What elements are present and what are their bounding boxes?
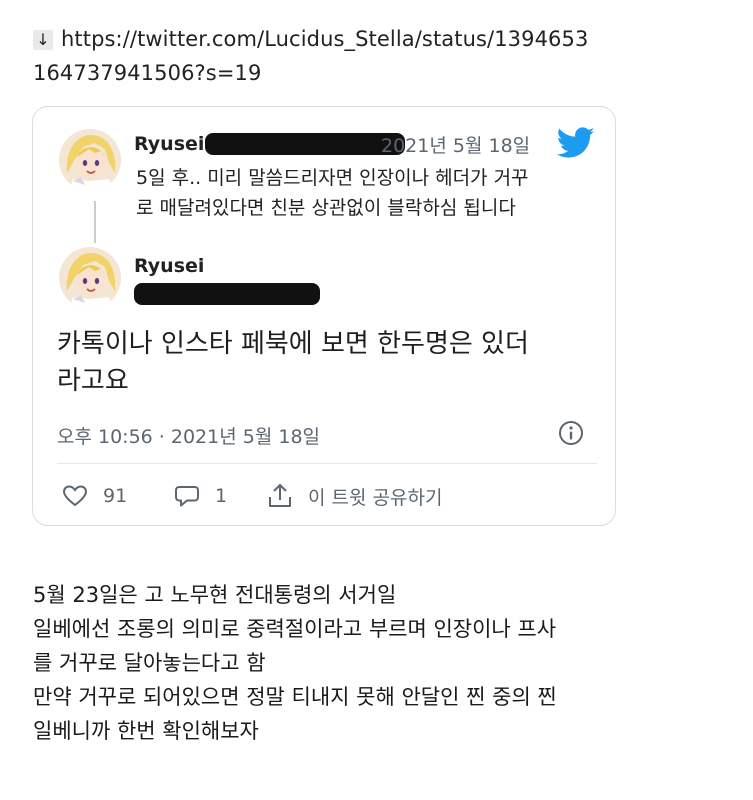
main-tweet-text: 카톡이나 인스타 페북에 보면 한두명은 있더 라고요 <box>57 326 597 400</box>
comment-icon <box>175 486 199 507</box>
like-count: 91 <box>103 485 128 507</box>
link-line-1[interactable]: ↓ https://twitter.com/Lucidus_Stella/stat… <box>33 22 723 56</box>
body-line: 만약 거꾸로 되어있으면 정말 티내지 못해 안달인 찐 중의 찐 <box>33 685 557 709</box>
reply-author-name[interactable]: Ryusei <box>134 133 204 155</box>
body-line: 를 거꾸로 달아놓는다고 함 <box>33 651 266 675</box>
tweet-link[interactable]: ↓ https://twitter.com/Lucidus_Stella/stat… <box>33 22 723 90</box>
heart-icon <box>62 485 88 507</box>
divider <box>57 463 597 464</box>
share-icon <box>269 484 291 507</box>
reply-text-line-1: 5일 후.. 미리 말씀드리자면 인장이나 헤더가 거꾸 <box>136 167 529 189</box>
main-text-line-1: 카톡이나 인스타 페북에 보면 한두명은 있더 <box>57 329 529 359</box>
link-text-1[interactable]: https://twitter.com/Lucidus_Stella/statu… <box>61 27 588 51</box>
redaction-bar <box>134 283 320 305</box>
anime-avatar-icon[interactable] <box>59 247 121 309</box>
reply-button[interactable]: 1 <box>173 481 227 511</box>
reply-text-line-2: 로 매달려있다면 친분 상관없이 블락하심 됩니다 <box>136 197 516 219</box>
main-author-name[interactable]: Ryusei <box>134 255 204 277</box>
body-line: 일베니까 한번 확인해보자 <box>33 719 259 743</box>
body-line: 일베에선 조롱의 의미로 중력절이라고 부르며 인장이나 프사 <box>33 617 557 641</box>
reply-tweet-text[interactable]: 5일 후.. 미리 말씀드리자면 인장이나 헤더가 거꾸 로 매달려있다면 친분… <box>136 163 606 223</box>
reply-count: 1 <box>215 485 228 507</box>
tweet-card[interactable]: Ryusei 2021년 5월 18일 5일 후.. 미리 말씀드리자면 인장이… <box>32 106 616 526</box>
reply-date[interactable]: 2021년 5월 18일 <box>381 131 530 158</box>
anime-avatar-icon[interactable] <box>59 129 121 191</box>
page: ↓ https://twitter.com/Lucidus_Stella/stat… <box>0 0 753 800</box>
twitter-bird-icon[interactable] <box>556 127 595 159</box>
download-arrow-icon: ↓ <box>33 30 53 50</box>
tweet-timestamp[interactable]: 오후 10:56 · 2021년 5월 18일 <box>57 422 320 449</box>
main-text-line-2: 라고요 <box>57 366 129 396</box>
share-button[interactable]: 이 트윗 공유하기 <box>266 481 442 511</box>
post-body: 5월 23일은 고 노무현 전대통령의 서거일 일베에선 조롱의 의미로 중력절… <box>33 578 723 748</box>
like-button[interactable]: 91 <box>61 481 127 511</box>
thread-connector <box>94 201 96 243</box>
redaction-bar <box>205 133 405 155</box>
body-line: 5월 23일은 고 노무현 전대통령의 서거일 <box>33 583 397 607</box>
share-label: 이 트윗 공유하기 <box>308 486 443 509</box>
link-text-2[interactable]: 164737941506?s=19 <box>33 56 723 90</box>
info-icon[interactable] <box>557 419 585 447</box>
